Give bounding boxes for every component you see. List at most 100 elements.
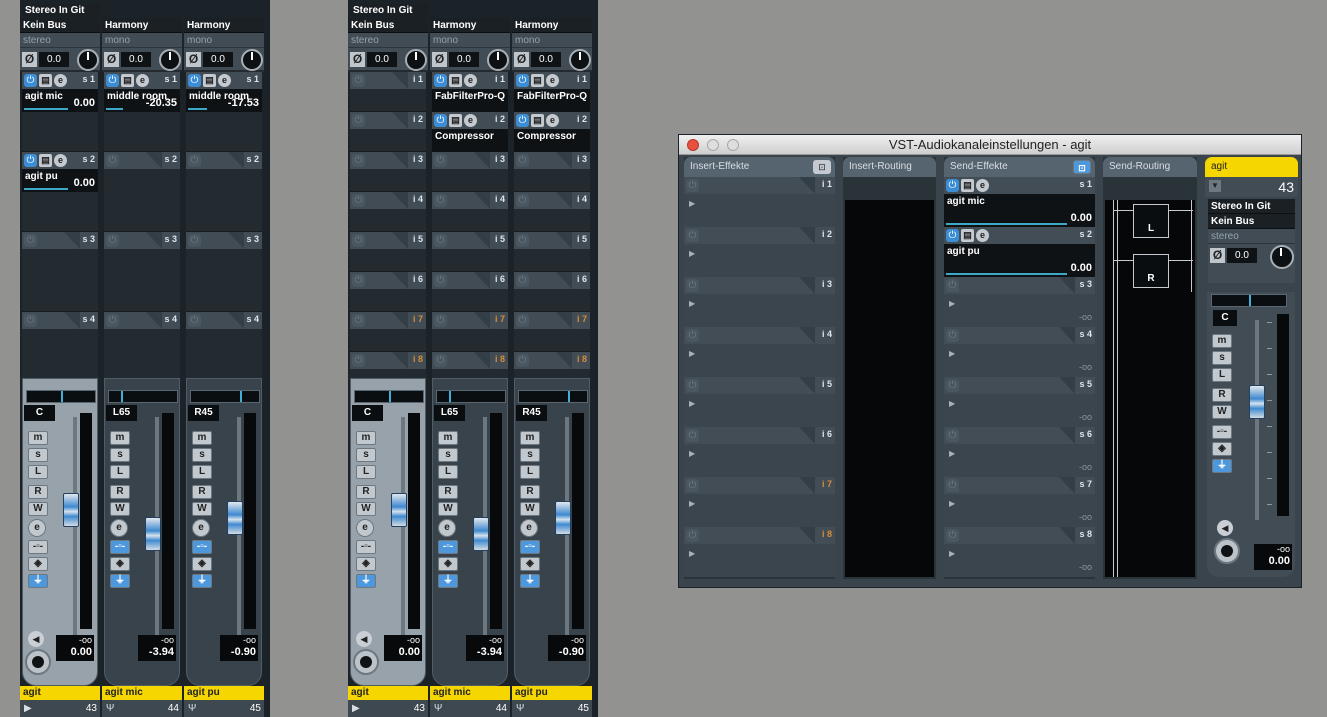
insert-slot[interactable]: ⏻ i 6 <box>514 272 590 312</box>
inserts-link-icon[interactable]: ◈ <box>356 557 376 571</box>
monitor-icon[interactable]: -▫- <box>110 540 130 554</box>
sends-link-icon[interactable]: ⏚ <box>520 574 540 588</box>
gain-knob[interactable] <box>241 49 263 71</box>
routing-left-box[interactable]: L <box>1133 204 1169 238</box>
channel-name[interactable]: agit pu <box>184 686 264 700</box>
speaker-icon[interactable]: ◀ <box>1217 520 1233 536</box>
write-button[interactable]: W <box>520 502 540 516</box>
edit-e-icon[interactable]: e <box>356 519 374 537</box>
insert-slot[interactable]: ⏻ i 4 ▶ <box>684 327 835 377</box>
insert-slot[interactable]: ⏻ i 3 <box>350 152 426 192</box>
power-icon[interactable]: ⏻ <box>516 274 529 287</box>
insert-slot[interactable]: ⏻ ▤ e i 1 FabFilterPro-Q <box>514 72 590 112</box>
send-slot[interactable]: ⏻ ▤ e s 1 middle room -17.53 <box>186 72 262 152</box>
input-gain-field[interactable]: 0.0 <box>39 52 69 67</box>
output-routing[interactable]: Harmony <box>430 18 510 33</box>
power-icon[interactable]: ⏻ <box>24 314 37 327</box>
channel-name[interactable]: agit pu <box>512 686 592 700</box>
gain-knob[interactable] <box>487 49 509 71</box>
volume-fader-handle[interactable] <box>391 493 407 527</box>
insert-slot[interactable]: ⏻ i 1 <box>350 72 426 112</box>
insert-slot[interactable]: ⏻ i 7 <box>432 312 508 352</box>
expand-arrow-icon[interactable]: ▶ <box>689 349 695 358</box>
read-button[interactable]: R <box>192 485 212 499</box>
record-enable-button[interactable] <box>25 649 51 675</box>
power-icon[interactable]: ⏻ <box>106 234 119 247</box>
pan-control[interactable] <box>26 390 96 403</box>
fx-edit-icon[interactable]: ▤ <box>39 154 52 167</box>
listen-button[interactable]: L <box>28 465 48 479</box>
power-icon[interactable]: ⏻ <box>516 154 529 167</box>
power-icon[interactable]: ⏻ <box>516 314 529 327</box>
output-routing[interactable]: Harmony <box>512 18 592 33</box>
volume-fader-handle[interactable] <box>555 501 571 535</box>
input-gain-field[interactable]: 0.0 <box>367 52 397 67</box>
power-icon[interactable]: ⏻ <box>946 479 959 492</box>
slot-content[interactable]: middle room -17.53 <box>186 89 262 112</box>
fx-edit-icon[interactable]: ▤ <box>121 74 134 87</box>
write-button[interactable]: W <box>438 502 458 516</box>
read-button[interactable]: R <box>438 485 458 499</box>
inserts-link-icon[interactable]: ◈ <box>110 557 130 571</box>
write-button[interactable]: W <box>356 502 376 516</box>
power-icon[interactable]: ⏻ <box>516 234 529 247</box>
insert-bypass-icon[interactable]: ⊡ <box>813 160 831 174</box>
send-level-bar[interactable] <box>946 273 1067 275</box>
speaker-icon[interactable]: ◀ <box>28 631 44 647</box>
power-icon[interactable]: ⏻ <box>352 114 365 127</box>
close-button[interactable] <box>687 139 699 151</box>
slot-content[interactable]: Compressor <box>514 129 590 152</box>
send-level-bar[interactable] <box>24 188 69 190</box>
insert-slot[interactable]: ⏻ i 3 <box>432 152 508 192</box>
sends-link-icon[interactable]: ⏚ <box>192 574 212 588</box>
listen-button[interactable]: L <box>438 465 458 479</box>
insert-slot[interactable]: ⏻ i 8 ▶ <box>684 527 835 577</box>
fx-edit-icon[interactable]: ▤ <box>449 74 462 87</box>
expand-arrow-icon[interactable]: ▶ <box>949 449 955 458</box>
listen-button[interactable]: L <box>520 465 540 479</box>
input-gain-field[interactable]: 0.0 <box>531 52 561 67</box>
phase-invert-icon[interactable]: Ø <box>186 52 201 67</box>
send-level-bar[interactable] <box>106 108 123 110</box>
slot-content[interactable]: FabFilterPro-Q <box>432 89 508 112</box>
window-titlebar[interactable]: VST-Audiokanaleinstellungen - agit <box>679 135 1301 155</box>
read-button[interactable]: R <box>520 485 540 499</box>
send-slot[interactable]: ⏻ s 6 ▶ -oo <box>944 427 1095 477</box>
fx-edit-icon[interactable]: ▤ <box>531 74 544 87</box>
input-routing[interactable]: Stereo In Git <box>1208 199 1295 214</box>
zoom-button[interactable] <box>727 139 739 151</box>
insert-slot[interactable]: ⏻ i 1 ▶ <box>684 177 835 227</box>
read-button[interactable]: R <box>28 485 48 499</box>
slot-content[interactable]: agit pu 0.00 <box>944 244 1095 277</box>
edit-e-icon[interactable]: e <box>192 519 210 537</box>
slot-content[interactable]: FabFilterPro-Q <box>514 89 590 112</box>
fx-e-icon[interactable]: e <box>546 114 559 127</box>
power-icon[interactable]: ⏻ <box>106 154 119 167</box>
sends-link-icon[interactable]: ⏚ <box>110 574 130 588</box>
speaker-icon[interactable]: ◀ <box>356 631 372 647</box>
solo-button[interactable]: s <box>192 448 212 462</box>
send-bypass-icon[interactable]: ⊡ <box>1073 160 1091 174</box>
pan-control[interactable] <box>436 390 506 403</box>
volume-readout[interactable]: -oo 0.00 <box>1254 544 1292 570</box>
power-icon[interactable]: ⏻ <box>686 379 699 392</box>
insert-slot[interactable]: ⏻ i 7 ▶ <box>684 477 835 527</box>
send-slot[interactable]: ⏻ s 8 ▶ -oo <box>944 527 1095 577</box>
send-level-bar[interactable] <box>188 108 207 110</box>
mute-button[interactable]: m <box>28 431 48 445</box>
fx-e-icon[interactable]: e <box>546 74 559 87</box>
pan-control[interactable] <box>108 390 178 403</box>
mute-button[interactable]: m <box>110 431 130 445</box>
send-slot[interactable]: ⏻ ▤ e s 1 agit mic 0.00 <box>22 72 98 152</box>
power-icon[interactable]: ⏻ <box>516 74 529 87</box>
fx-edit-icon[interactable]: ▤ <box>961 229 974 242</box>
send-slot[interactable]: ⏻ s 3 ▶ -oo <box>944 277 1095 327</box>
gain-knob[interactable] <box>1270 245 1294 269</box>
insert-slot[interactable]: ⏻ ▤ e i 1 FabFilterPro-Q <box>432 72 508 112</box>
solo-button[interactable]: s <box>1212 351 1232 365</box>
phase-invert-icon[interactable]: Ø <box>350 52 365 67</box>
expand-arrow-icon[interactable]: ▶ <box>689 549 695 558</box>
output-routing[interactable]: Harmony <box>102 18 182 33</box>
power-icon[interactable]: ⏻ <box>686 329 699 342</box>
power-icon[interactable]: ⏻ <box>686 229 699 242</box>
